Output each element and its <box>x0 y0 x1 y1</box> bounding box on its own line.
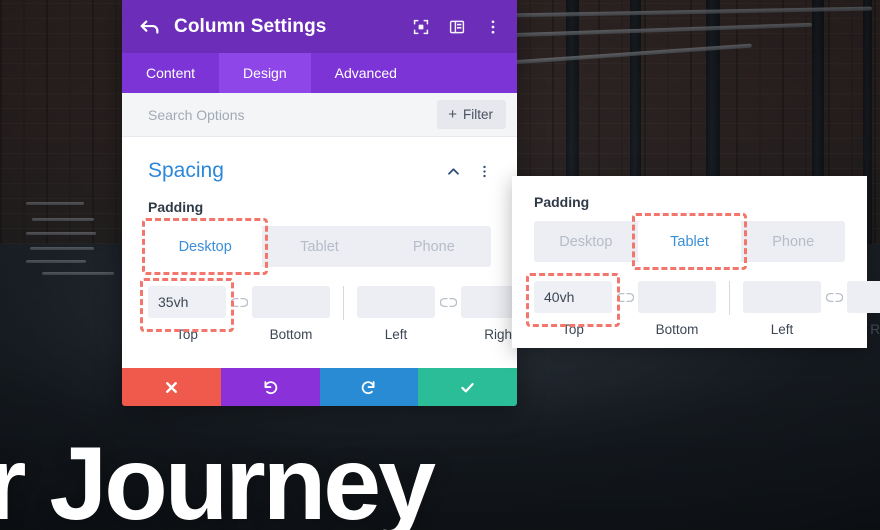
padding-value-row: Top Bottom Left <box>140 278 517 342</box>
search-bar: + Filter <box>122 93 517 137</box>
column-settings-modal: Column Settings Content Design Advanced … <box>122 0 517 406</box>
device-tab-tablet[interactable]: Tablet <box>262 226 376 267</box>
focus-frame-icon[interactable] <box>413 19 429 35</box>
device-tab-desktop-label: Desktop <box>178 238 232 255</box>
right-padding-right-cell: Right <box>847 281 880 337</box>
right-device-tab-desktop[interactable]: Desktop <box>534 221 638 262</box>
right-device-tab-phone-label: Phone <box>772 233 815 250</box>
chevron-up-icon[interactable] <box>446 164 461 179</box>
tab-advanced-label: Advanced <box>334 65 397 81</box>
filter-button[interactable]: + Filter <box>437 100 506 129</box>
redo-button[interactable] <box>319 368 419 406</box>
padding-device-toggle: Desktop Tablet Phone <box>141 218 491 275</box>
device-tab-phone-label: Phone <box>412 238 455 255</box>
right-padding-bottom-input[interactable] <box>638 281 716 313</box>
right-padding-right-input[interactable] <box>847 281 880 313</box>
broken-link-icon[interactable] <box>435 286 461 318</box>
padding-label: Padding <box>148 199 204 215</box>
cancel-button[interactable] <box>122 368 221 406</box>
padding-top-cell: Top <box>140 278 234 342</box>
modal-header: Column Settings <box>122 0 517 53</box>
undo-button[interactable] <box>220 368 320 406</box>
right-device-tab-tablet-label: Tablet <box>670 233 709 250</box>
back-arrow-icon[interactable] <box>139 16 161 38</box>
right-padding-left-label: Left <box>770 322 794 337</box>
layout-panel-icon[interactable] <box>449 19 465 35</box>
tab-design[interactable]: Design <box>219 53 311 93</box>
tab-design-label: Design <box>243 65 287 81</box>
right-padding-label: Padding <box>534 194 590 210</box>
padding-tablet-card: Padding Desktop Tablet Phone Top Bottom <box>512 176 880 348</box>
modal-title: Column Settings <box>174 15 327 37</box>
right-device-tab-desktop-label: Desktop <box>559 233 613 250</box>
device-tab-phone[interactable]: Phone <box>377 226 491 267</box>
plus-icon: + <box>448 106 457 123</box>
section-title: Spacing <box>148 159 224 182</box>
padding-right-cell: Right <box>461 286 517 342</box>
padding-left-label: Left <box>384 327 408 342</box>
modal-body: Spacing Padding Desktop Tablet Phone 35v… <box>122 137 517 368</box>
tab-content-label: Content <box>146 65 196 81</box>
right-device-toggle: Desktop Tablet Phone <box>534 213 845 270</box>
section-more-options-icon[interactable] <box>478 164 491 179</box>
modal-tabs: Content Design Advanced <box>122 53 517 93</box>
padding-left-cell: Left <box>357 286 435 342</box>
padding-top-label: Top <box>176 327 198 342</box>
padding-right-input[interactable] <box>461 286 517 318</box>
tab-content[interactable]: Content <box>122 53 219 93</box>
right-value-divider <box>729 281 730 315</box>
right-padding-top-input[interactable] <box>534 281 612 313</box>
spacing-section-header: Spacing <box>148 137 491 199</box>
broken-link-icon[interactable] <box>612 281 638 313</box>
broken-link-icon[interactable] <box>226 286 252 318</box>
right-device-tab-tablet[interactable]: Tablet <box>631 213 747 270</box>
value-divider <box>343 286 344 320</box>
right-padding-left-input[interactable] <box>743 281 821 313</box>
right-padding-bottom-label: Bottom <box>655 322 699 337</box>
right-device-tab-phone[interactable]: Phone <box>741 221 845 262</box>
right-padding-top-cell: Top <box>526 273 620 337</box>
padding-bottom-cell: Bottom <box>252 286 330 342</box>
modal-header-icons <box>413 19 501 35</box>
padding-top-input[interactable] <box>148 286 226 318</box>
padding-bottom-input[interactable] <box>252 286 330 318</box>
right-padding-top-label: Top <box>562 322 584 337</box>
right-padding-bottom-cell: Bottom <box>638 281 716 337</box>
padding-bottom-label: Bottom <box>269 327 313 342</box>
device-tab-desktop[interactable]: Desktop <box>141 218 269 275</box>
right-padding-left-cell: Left <box>743 281 821 337</box>
padding-left-input[interactable] <box>357 286 435 318</box>
section-header-icons <box>446 164 491 179</box>
search-input[interactable] <box>148 106 438 123</box>
modal-footer <box>122 368 517 406</box>
broken-link-icon[interactable] <box>821 281 847 313</box>
more-options-icon[interactable] <box>485 19 501 35</box>
device-tab-tablet-label: Tablet <box>300 238 339 255</box>
right-padding-right-label: Right <box>870 322 880 337</box>
right-padding-value-row: Top Bottom Left Right <box>526 273 880 337</box>
filter-button-label: Filter <box>463 107 493 122</box>
hero-headline: r Journey <box>0 426 436 530</box>
tab-advanced[interactable]: Advanced <box>311 53 421 93</box>
save-button[interactable] <box>418 368 517 406</box>
